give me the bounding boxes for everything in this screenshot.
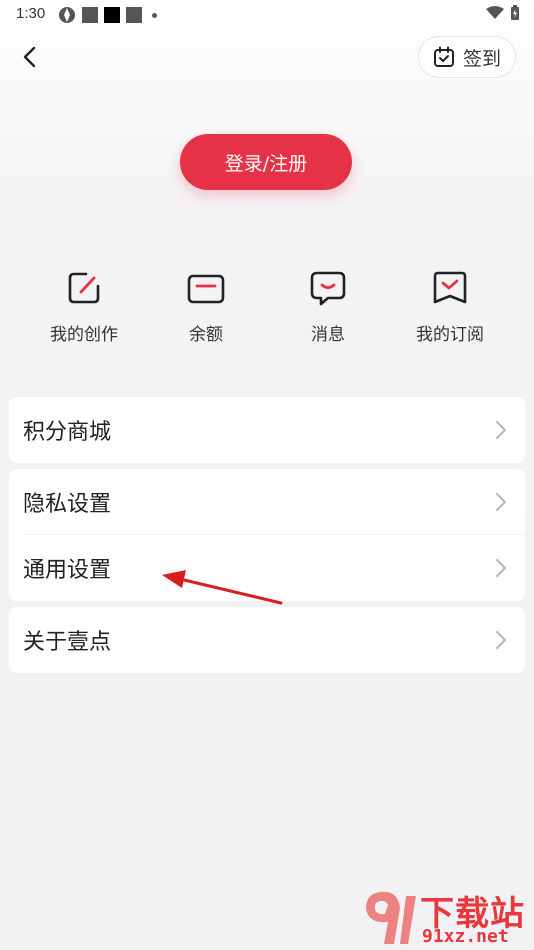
chevron-right-icon [496, 559, 506, 577]
calendar-check-icon [433, 46, 454, 67]
status-system-icons [486, 5, 520, 21]
menu-item-label: 积分商城 [23, 420, 112, 445]
status-time: 1:30 [16, 5, 46, 22]
quick-action-label: 我的订阅 [416, 325, 484, 345]
menu-card: 关于壹点 [9, 607, 525, 673]
quick-action-label: 我的创作 [50, 325, 118, 345]
status-notification-icons [58, 6, 157, 24]
checkin-button[interactable]: 签到 [418, 36, 516, 78]
notification-square-icon [104, 7, 120, 23]
chevron-right-icon [496, 493, 506, 511]
wifi-icon [486, 6, 504, 19]
message-icon [310, 271, 346, 306]
chevron-right-icon [496, 631, 506, 649]
subscription-icon [433, 271, 467, 304]
menu-card: 隐私设置 通用设置 [9, 469, 525, 601]
menu-item-privacy-settings[interactable]: 隐私设置 [9, 469, 525, 535]
wallet-icon [187, 274, 225, 304]
edit-icon [68, 272, 100, 304]
watermark: 下载站 91xz.net [358, 886, 530, 948]
quick-action-my-creations[interactable]: 我的创作 [29, 268, 139, 345]
login-register-button[interactable]: 登录/注册 [180, 134, 352, 190]
back-button[interactable] [16, 42, 46, 72]
quick-action-balance[interactable]: 余额 [151, 268, 261, 345]
quick-action-my-subscriptions[interactable]: 我的订阅 [395, 268, 505, 345]
watermark-logo-icon [366, 891, 416, 944]
notification-square-icon [82, 7, 98, 23]
menu-item-label: 关于壹点 [23, 630, 112, 655]
menu-item-points-mall[interactable]: 积分商城 [9, 397, 525, 463]
quick-action-label: 余额 [189, 325, 223, 345]
menu-item-about[interactable]: 关于壹点 [9, 607, 525, 673]
checkin-label: 签到 [462, 47, 501, 70]
notification-square-icon [126, 7, 142, 23]
quick-action-label: 消息 [311, 325, 345, 345]
chevron-right-icon [496, 421, 506, 439]
quick-actions: 我的创作 余额 消息 我的订阅 [0, 268, 534, 358]
menu-card: 积分商城 [9, 397, 525, 463]
battery-icon [511, 5, 519, 20]
menu-item-label: 通用设置 [23, 558, 112, 583]
aperture-icon [59, 7, 75, 23]
quick-action-messages[interactable]: 消息 [273, 268, 383, 345]
watermark-url: 91xz.net [422, 926, 509, 947]
more-notifications-icon [152, 12, 157, 18]
menu-item-general-settings[interactable]: 通用设置 [9, 535, 525, 601]
menu-item-label: 隐私设置 [23, 492, 112, 517]
chevron-left-icon [23, 46, 36, 68]
status-bar: 1:30 [0, 0, 534, 28]
